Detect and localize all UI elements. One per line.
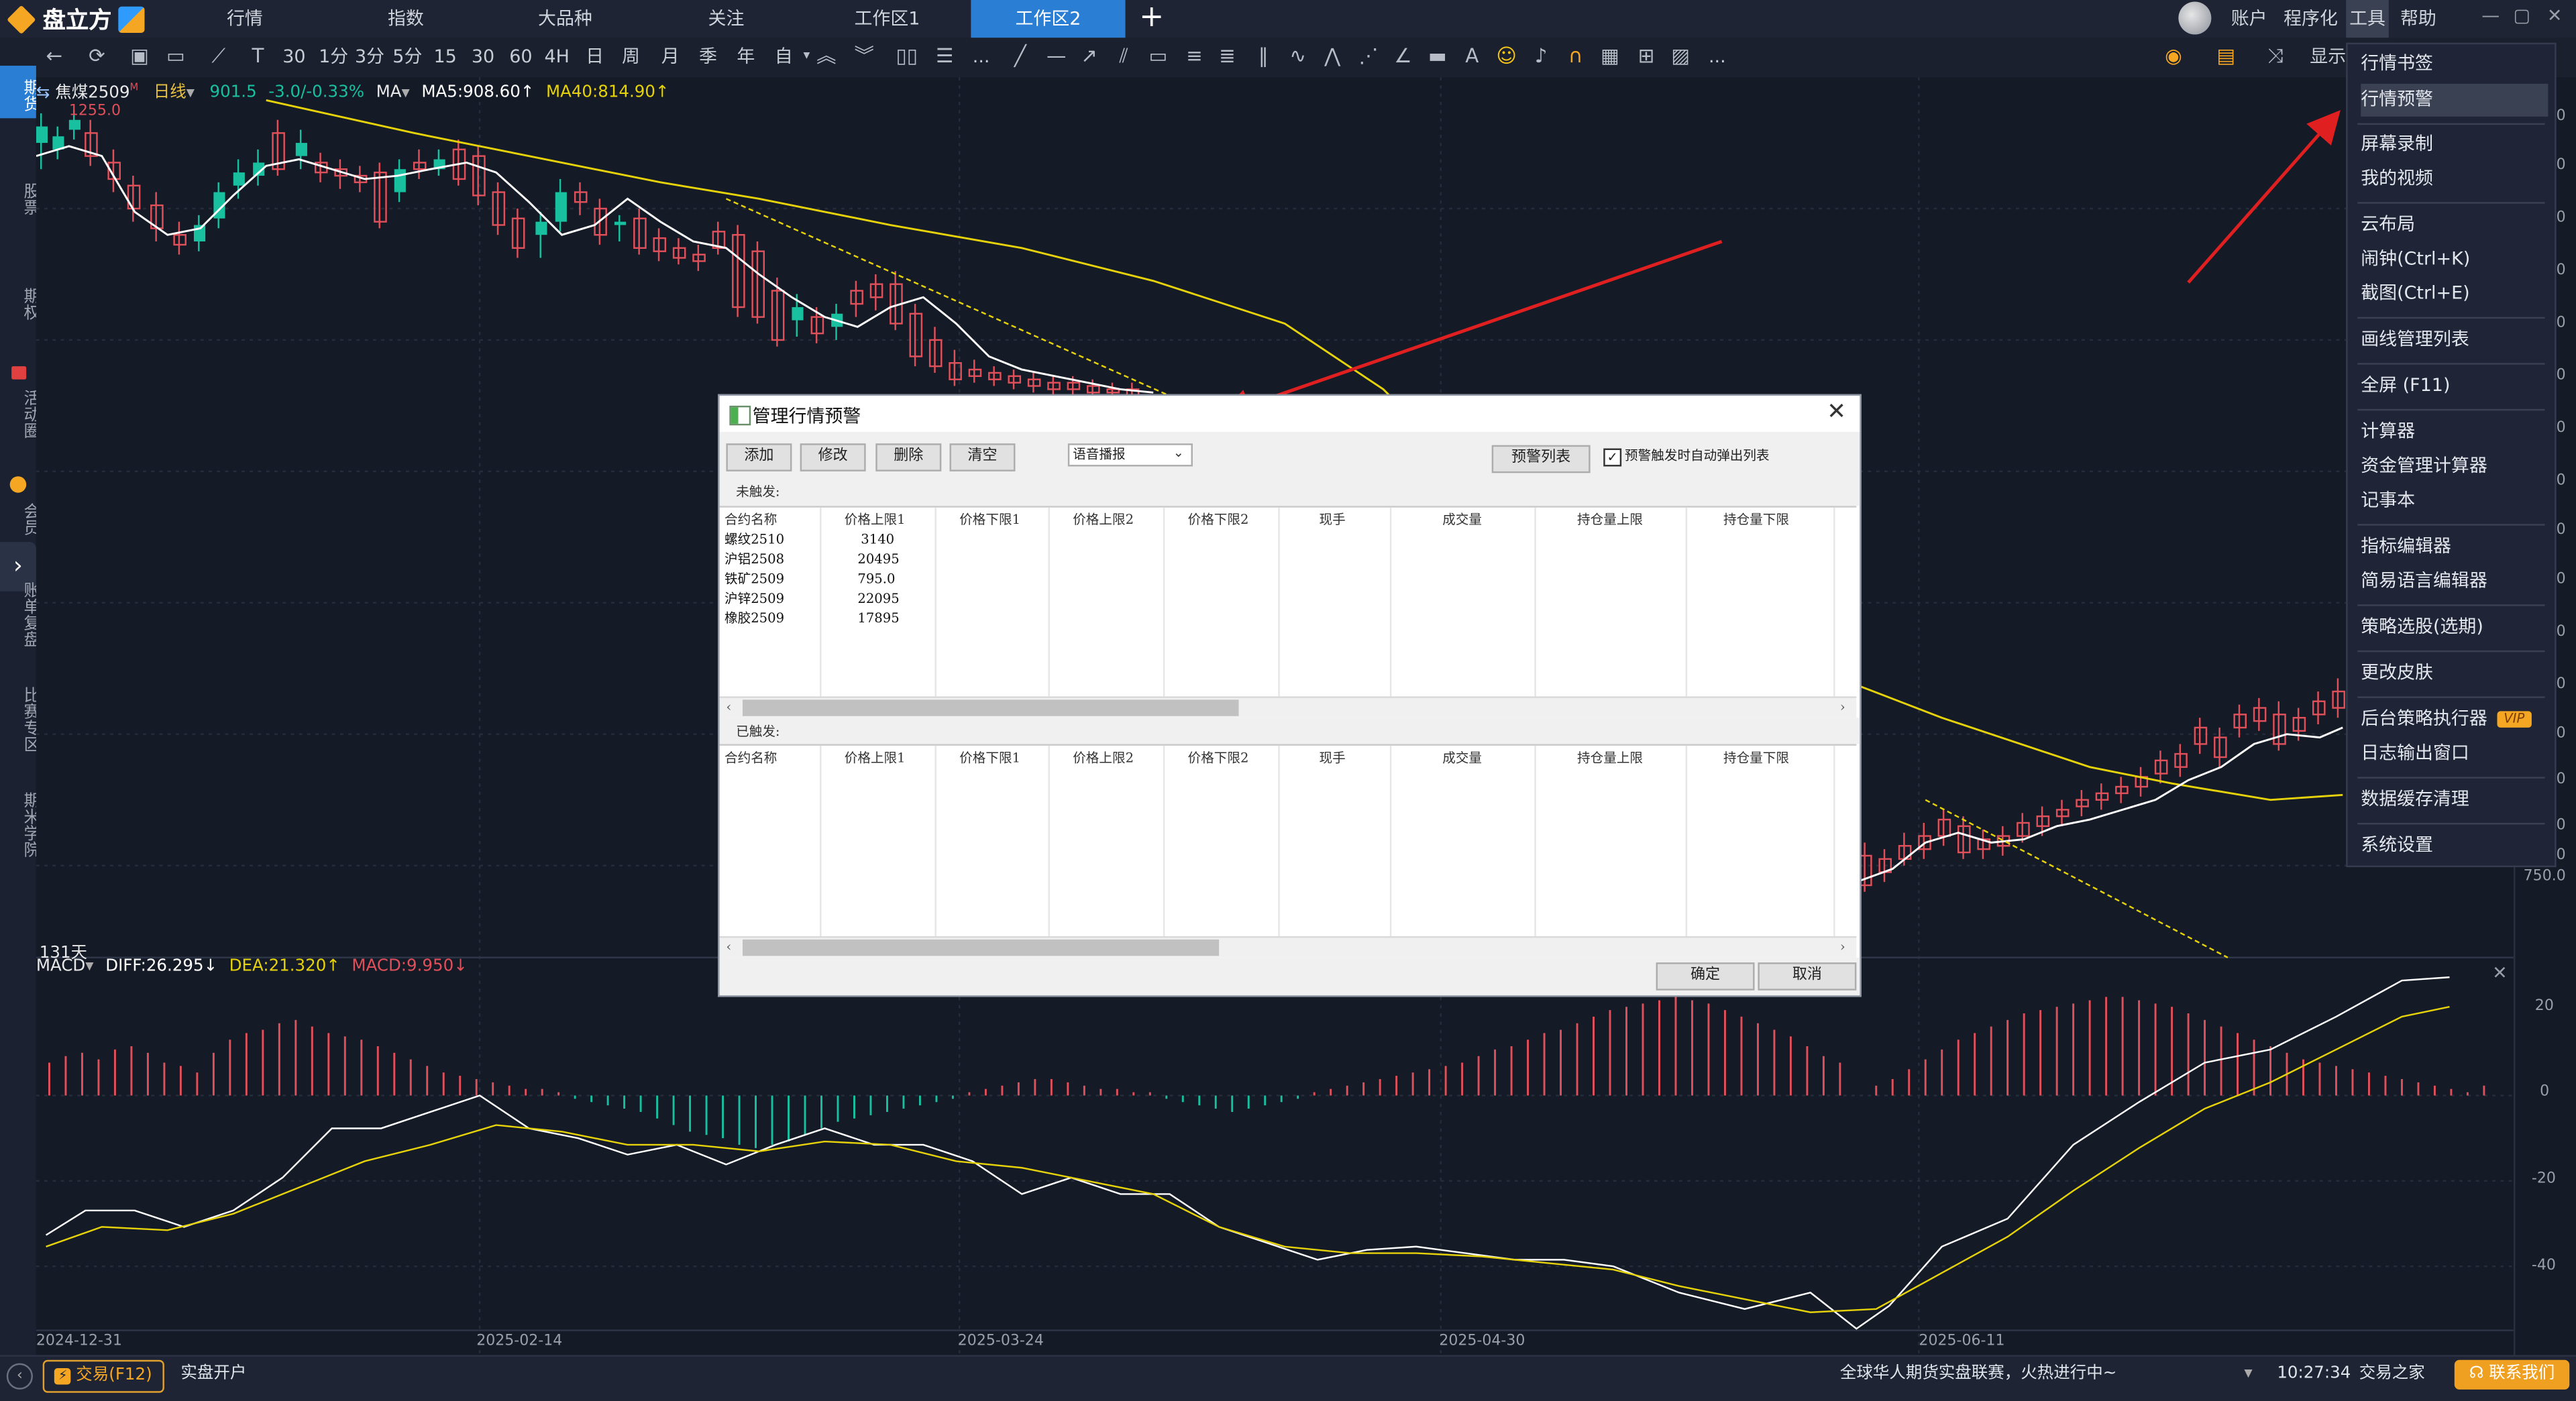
alert-contract-name[interactable]: 螺纹2510 xyxy=(724,530,784,550)
collapse-left-icon[interactable]: ‹ xyxy=(6,1363,33,1390)
scrollbar-thumb[interactable] xyxy=(742,939,1220,956)
column-divider xyxy=(934,507,936,700)
column-header[interactable]: 价格上限2 xyxy=(1073,511,1134,530)
horizontal-scrollbar[interactable]: ‹ › xyxy=(719,936,1857,958)
status-bar xyxy=(0,1355,2576,1401)
lightning-icon: ⚡ xyxy=(54,1368,71,1385)
scrollbar-thumb[interactable] xyxy=(742,699,1239,716)
add-alert-button[interactable]: 添加 xyxy=(726,443,792,471)
clear-alerts-button[interactable]: 清空 xyxy=(949,443,1016,471)
column-header[interactable]: 合约名称 xyxy=(724,749,777,769)
column-header[interactable]: 价格下限2 xyxy=(1188,749,1249,769)
column-header[interactable]: 持仓量上限 xyxy=(1577,511,1643,530)
column-divider xyxy=(1534,507,1536,700)
horizontal-scrollbar[interactable]: ‹ › xyxy=(719,696,1857,718)
dialog-close-icon[interactable]: ✕ xyxy=(1827,399,1846,425)
column-header[interactable]: 成交量 xyxy=(1442,511,1482,530)
auto-popup-checkbox[interactable]: ✓ xyxy=(1603,448,1622,467)
cancel-button[interactable]: 取消 xyxy=(1758,962,1857,991)
untriggered-label: 未触发: xyxy=(736,484,780,500)
column-divider xyxy=(1833,507,1835,700)
column-divider xyxy=(934,745,936,940)
column-header[interactable]: 价格下限1 xyxy=(959,749,1020,769)
scroll-left-icon[interactable]: ‹ xyxy=(726,698,731,718)
column-divider xyxy=(1048,745,1050,940)
column-divider xyxy=(1048,507,1050,700)
triggered-label: 已触发: xyxy=(736,724,780,740)
edit-alert-button[interactable]: 修改 xyxy=(800,443,866,471)
untriggered-table: 合约名称 价格上限1 价格下限1 价格上限2 价格下限2 现手 成交量 持仓量上… xyxy=(719,506,1857,718)
scroll-right-icon[interactable]: › xyxy=(1840,698,1845,718)
trade-home-link[interactable]: 交易之家 xyxy=(2359,1361,2425,1388)
dialog-footer: 确定 取消 xyxy=(719,957,1860,996)
market-alert-dialog: 管理行情预警 ✕ 添加 修改 删除 清空 语音播报 ⌄ 预警列表 ✓ 预警触发时… xyxy=(718,394,1862,997)
column-header[interactable]: 价格上限1 xyxy=(845,511,906,530)
trade-label: 交易(F12) xyxy=(76,1366,152,1385)
dialog-titlebar[interactable] xyxy=(719,396,1860,433)
column-divider xyxy=(820,507,822,700)
delete-alert-button[interactable]: 删除 xyxy=(875,443,942,471)
column-divider xyxy=(1163,507,1165,700)
column-divider xyxy=(1685,745,1688,940)
column-header[interactable]: 持仓量上限 xyxy=(1577,749,1643,769)
news-ticker[interactable]: 全球华人期货实盘联赛，火热进行中~ xyxy=(1840,1361,2116,1388)
column-divider xyxy=(1389,745,1392,940)
alert-contract-name[interactable]: 铁矿2509 xyxy=(724,570,784,590)
column-header[interactable]: 价格上限2 xyxy=(1073,749,1134,769)
triggered-section-header: 已触发: xyxy=(719,718,1860,744)
open-real-account-link[interactable]: 实盘开户 xyxy=(180,1361,246,1388)
clock-time: 10:27:34 xyxy=(2277,1365,2351,1384)
column-header[interactable]: 现手 xyxy=(1320,749,1346,769)
contact-label: 联系我们 xyxy=(2489,1365,2555,1384)
column-header[interactable]: 价格下限1 xyxy=(959,511,1020,530)
contact-us-button[interactable]: ☊ 联系我们 xyxy=(2454,1359,2570,1390)
column-header[interactable]: 合约名称 xyxy=(724,511,777,530)
column-header[interactable]: 价格下限2 xyxy=(1188,511,1249,530)
alert-upper-price[interactable]: 20495 xyxy=(857,550,899,569)
scroll-right-icon[interactable]: › xyxy=(1840,938,1845,957)
dialog-title: 管理行情预警 xyxy=(752,405,861,427)
headset-icon: ☊ xyxy=(2469,1365,2484,1384)
trade-button[interactable]: ⚡ 交易(F12) xyxy=(42,1359,164,1393)
alert-contract-name[interactable]: 橡胶2509 xyxy=(724,610,784,629)
alert-upper-price[interactable]: 3140 xyxy=(861,530,894,550)
alert-list-button[interactable]: 预警列表 xyxy=(1491,445,1591,473)
triggered-table: 合约名称 价格上限1 价格下限1 价格上限2 价格下限2 现手 成交量 持仓量上… xyxy=(719,744,1857,958)
alert-upper-price[interactable]: 795.0 xyxy=(857,570,895,590)
column-divider xyxy=(1278,507,1280,700)
ok-button[interactable]: 确定 xyxy=(1656,962,1755,991)
chevron-down-icon[interactable]: ⌄ xyxy=(1173,443,1184,463)
column-divider xyxy=(1163,745,1165,940)
column-divider xyxy=(1833,745,1835,940)
annotation-arrow-dialog xyxy=(1218,239,1723,421)
column-header[interactable]: 持仓量下限 xyxy=(1723,749,1789,769)
column-header[interactable]: 现手 xyxy=(1320,511,1346,530)
dialog-toolbar: 添加 修改 删除 清空 语音播报 ⌄ 预警列表 ✓ 预警触发时自动弹出列表 未触… xyxy=(719,432,1860,506)
column-header[interactable]: 成交量 xyxy=(1442,749,1482,769)
annotation-arrow-menu xyxy=(2187,110,2341,284)
column-header[interactable]: 价格上限1 xyxy=(845,749,906,769)
column-divider xyxy=(1278,745,1280,940)
scroll-left-icon[interactable]: ‹ xyxy=(726,938,731,957)
alert-contract-name[interactable]: 沪铝2508 xyxy=(724,550,784,569)
column-divider xyxy=(1534,745,1536,940)
column-divider xyxy=(1389,507,1392,700)
column-divider xyxy=(820,745,822,940)
dialog-app-icon xyxy=(729,405,751,426)
alert-upper-price[interactable]: 22095 xyxy=(857,590,899,609)
column-header[interactable]: 持仓量下限 xyxy=(1723,511,1789,530)
column-divider xyxy=(1685,507,1688,700)
alert-contract-name[interactable]: 沪锌2509 xyxy=(724,590,784,609)
signal-icon: ▾ xyxy=(2244,1365,2253,1384)
alert-upper-price[interactable]: 17895 xyxy=(857,610,899,629)
auto-popup-label: 预警触发时自动弹出列表 xyxy=(1625,448,1770,463)
